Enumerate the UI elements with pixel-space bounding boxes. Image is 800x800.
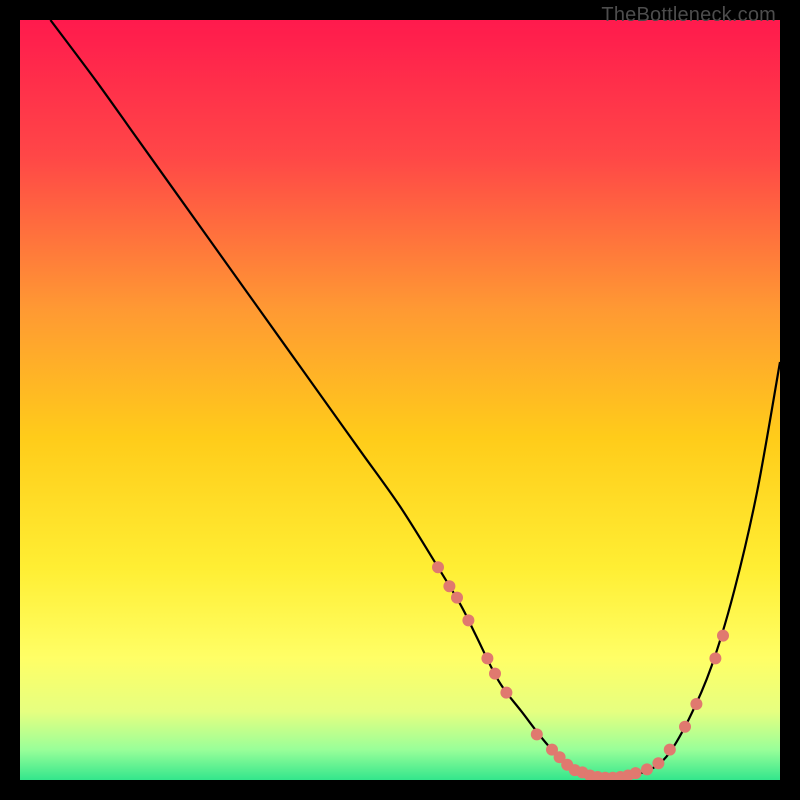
data-point [531,728,543,740]
data-point [443,580,455,592]
data-point [500,687,512,699]
data-point [451,592,463,604]
data-point [652,757,664,769]
data-point [462,614,474,626]
data-point [630,767,642,779]
data-point [481,652,493,664]
chart-frame [20,20,780,780]
bottleneck-curve-chart [20,20,780,780]
data-point [432,561,444,573]
data-point [717,630,729,642]
data-point [664,744,676,756]
watermark-text: TheBottleneck.com [601,4,776,27]
data-point [641,763,653,775]
data-point [679,721,691,733]
data-point [489,668,501,680]
data-point [709,652,721,664]
data-point [690,698,702,710]
